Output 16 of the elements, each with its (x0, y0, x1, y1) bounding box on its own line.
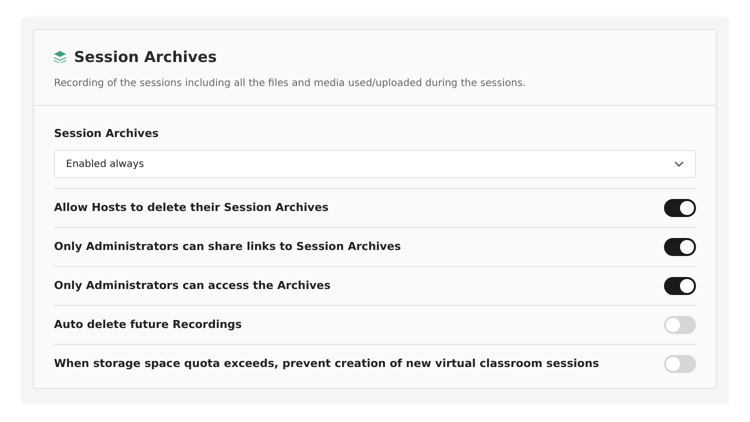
toggle-switch[interactable] (664, 238, 696, 256)
chevron-down-icon (674, 161, 684, 167)
setting-label: Allow Hosts to delete their Session Archives (54, 200, 329, 216)
setting-label: When storage space quota exceeds, prevent creation of new virtual classroom sessions (54, 356, 600, 372)
field-label: Session Archives (54, 126, 160, 142)
toggle-switch[interactable] (664, 316, 696, 334)
setting-label: Only Administrators can share links to Session Archives (54, 238, 401, 255)
layers-icon (54, 51, 66, 64)
archive-mode-select[interactable]: Enabled always (54, 150, 696, 178)
toggle-switch[interactable] (664, 199, 696, 217)
section-description: Recording of the sessions including all the files and media used/uploaded during the sessions. (54, 76, 527, 90)
setting-label: Only Administrators can access the Archives (54, 278, 331, 294)
section-title: Session Archives (74, 47, 217, 68)
toggle-switch[interactable] (664, 277, 696, 295)
toggle-switch[interactable] (664, 355, 696, 373)
setting-label: Auto delete future Recordings (54, 316, 242, 333)
